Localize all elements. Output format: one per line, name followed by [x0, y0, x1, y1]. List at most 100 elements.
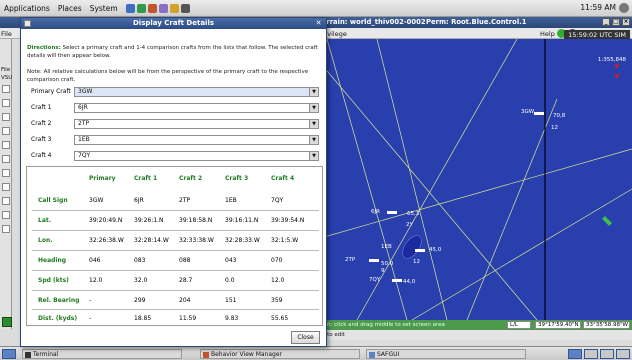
dialog-titlebar[interactable]: Display Craft Details [21, 18, 326, 29]
task-terminal[interactable]: Terminal [22, 349, 182, 359]
files-launcher-icon[interactable] [169, 3, 179, 13]
table-cell: 39:18:58.N [179, 217, 213, 224]
table-cell: 55.65 [271, 315, 289, 322]
sim-status-icon[interactable] [2, 317, 12, 327]
chevron-down-icon[interactable]: ▼ [309, 88, 318, 96]
table-cell: 2TP [179, 197, 191, 204]
volume-icon[interactable] [619, 3, 629, 13]
table-cell: 32:33:38.W [179, 237, 214, 244]
lon-readout: 33°35'58.98"W [583, 321, 630, 329]
task-safgui[interactable]: SAFGUI [366, 349, 526, 359]
table-cell: 359 [271, 297, 283, 304]
craft-label-3gw-sub: 12 [551, 125, 558, 131]
chevron-down-icon[interactable]: ▼ [309, 120, 318, 128]
layer-checkbox[interactable] [2, 225, 10, 233]
layer-checkbox[interactable] [2, 99, 10, 107]
close-window-button[interactable]: × [622, 18, 630, 26]
browser-launcher-icon[interactable] [136, 3, 146, 13]
dialog-close-icon[interactable]: ✕ [314, 19, 323, 28]
chevron-down-icon[interactable]: ▼ [309, 104, 318, 112]
craft1-dropdown[interactable]: 6JR ▼ [74, 103, 319, 113]
craft4-dropdown[interactable]: 7QY ▼ [74, 151, 319, 161]
terminal-launcher-icon[interactable] [125, 3, 135, 13]
table-cell: - [89, 315, 92, 322]
note-text: Note: All relative calculations below wi… [27, 69, 309, 83]
dialog-menu-icon[interactable] [24, 20, 31, 27]
layer-checkbox[interactable] [2, 169, 10, 177]
map-scale: 1:355,848 [597, 57, 626, 63]
craft-label-1eb[interactable]: 1EB [381, 244, 392, 250]
layer-checkbox[interactable] [2, 211, 10, 219]
craft3-dropdown[interactable]: 1EB ▼ [74, 135, 319, 145]
coord-mode-select[interactable]: L/L [507, 321, 531, 329]
row-divider [32, 309, 319, 310]
col-header-craft3: Craft 3 [225, 175, 249, 182]
show-desktop-button[interactable] [2, 349, 16, 359]
minimize-button[interactable]: _ [602, 18, 610, 26]
menu-system[interactable]: System [90, 4, 118, 13]
task-behavior-view-manager[interactable]: Behavior View Manager [200, 349, 360, 359]
directions-label: Directions: [27, 45, 61, 51]
map-status-bar: oint: click and drag middle to set scree… [317, 320, 632, 330]
table-cell: 7QY [271, 197, 284, 204]
menu-file[interactable]: File [1, 30, 12, 38]
craft-label-6jr[interactable]: 6JR [371, 209, 380, 215]
row-header-lon: Lon. [38, 237, 53, 244]
menu-applications[interactable]: Applications [4, 4, 50, 13]
craft-details-table: Primary Craft 1 Craft 2 Craft 3 Craft 4 … [26, 166, 323, 326]
craft-label-6jr-extra: 65,3 [407, 211, 420, 217]
directions-text: Directions: Select a primary craft and 1… [27, 45, 320, 60]
workspace-3[interactable] [600, 349, 614, 359]
mail-launcher-icon[interactable] [147, 3, 157, 13]
dialog-title: Display Craft Details [132, 19, 215, 27]
workspace-1[interactable] [568, 349, 582, 359]
workspace-4[interactable] [616, 349, 630, 359]
table-cell: 28.7 [179, 277, 193, 284]
layer-checkbox[interactable] [2, 155, 10, 163]
table-cell: 32:1:5.W [271, 237, 299, 244]
craft2-dropdown[interactable]: 2TP ▼ [74, 119, 319, 129]
menu-help[interactable]: Help [540, 30, 555, 38]
settings-launcher-icon[interactable] [180, 3, 190, 13]
craft-label-3gw-extra: 70,8 [553, 113, 566, 119]
workspace-2[interactable] [584, 349, 598, 359]
menu-places[interactable]: Places [58, 4, 82, 13]
table-cell: 32.0 [134, 277, 148, 284]
clock[interactable]: 11:59 AM [580, 3, 616, 12]
table-cell: 39:39:54.N [271, 217, 305, 224]
chevron-down-icon[interactable]: ▼ [309, 136, 318, 144]
craft-label-1eb-sub: 12 [413, 259, 420, 265]
table-cell: 39:16:11.N [225, 217, 259, 224]
primary-craft-dropdown[interactable]: 3GW ▼ [74, 87, 319, 97]
table-cell: 3GW [89, 197, 104, 204]
layer-checkbox[interactable] [2, 113, 10, 121]
chevron-down-icon[interactable]: ▼ [309, 152, 318, 160]
layer-checkbox[interactable] [2, 127, 10, 135]
craft-label-2tp[interactable]: 2TP [345, 257, 355, 263]
layer-checkbox[interactable] [2, 141, 10, 149]
table-cell: 9.83 [225, 315, 239, 322]
row-header-lat: Lat. [38, 217, 52, 224]
row-divider [32, 210, 319, 211]
close-button[interactable]: Close [291, 331, 320, 344]
layer-checkbox[interactable] [2, 85, 10, 93]
craft-label-1eb-extra: 45,0 [429, 247, 442, 253]
table-cell: 0.0 [225, 277, 235, 284]
row-divider [32, 270, 319, 271]
maximize-button[interactable]: □ [612, 18, 620, 26]
layer-checkbox[interactable] [2, 183, 10, 191]
editor-launcher-icon[interactable] [158, 3, 168, 13]
map-view[interactable]: 1:355,848 3GW 70,8 12 6JR 65,3 2Y 1EB 45… [317, 39, 632, 320]
top-panel: Applications Places System 11:59 AM [0, 0, 632, 17]
primary-craft-label: Primary Craft [31, 88, 71, 95]
craft-label-7qy[interactable]: 7QY [369, 277, 380, 283]
perm-label: Perm: Root.Blue.Control.1 [426, 18, 527, 26]
table-cell: 088 [179, 257, 191, 264]
left-vsu-label: VSU [1, 75, 13, 81]
terminal-icon [25, 351, 31, 358]
table-cell: 12.0 [89, 277, 103, 284]
craft-label-3gw[interactable]: 3GW [521, 109, 534, 115]
col-header-craft2: Craft 2 [179, 175, 203, 182]
layer-checkbox[interactable] [2, 197, 10, 205]
map-canvas[interactable] [317, 39, 632, 320]
